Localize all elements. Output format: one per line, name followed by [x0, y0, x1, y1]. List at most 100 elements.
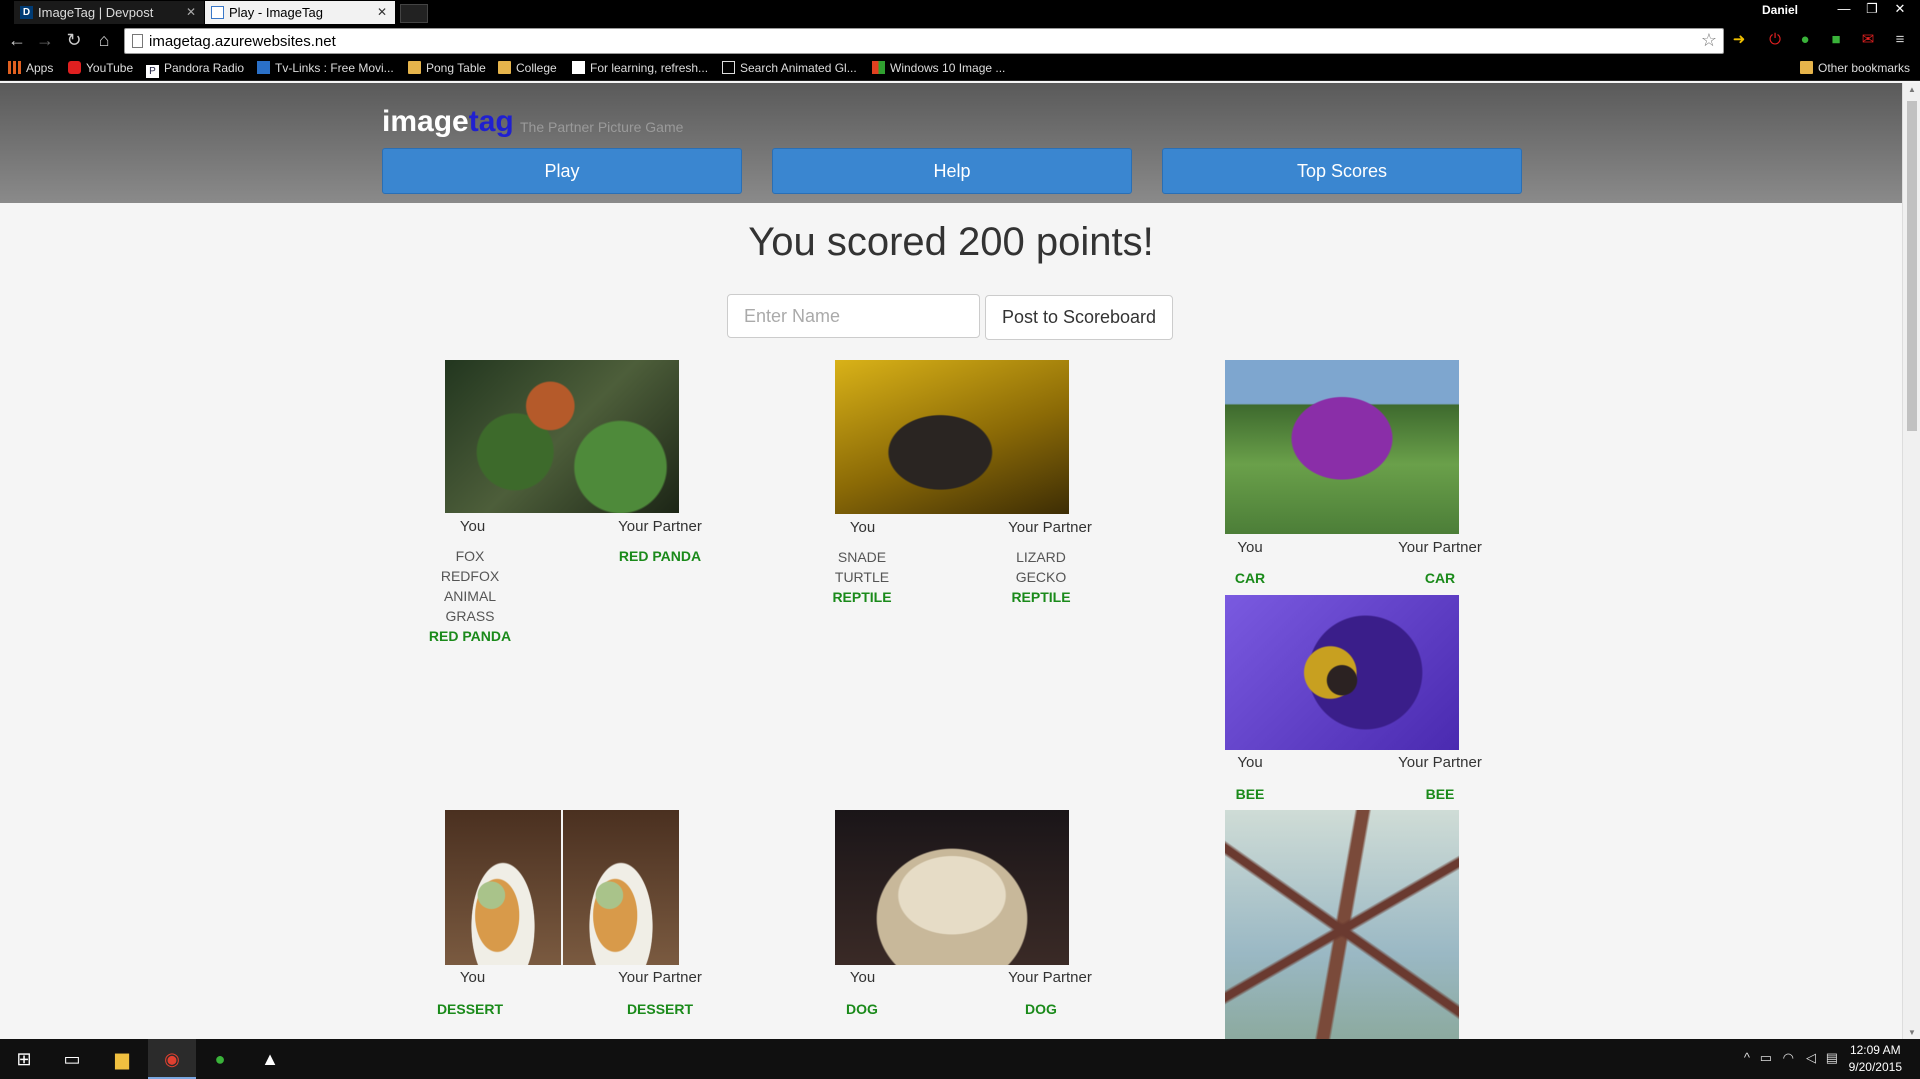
partner-header: Your Partner	[1398, 754, 1482, 771]
tab-label: Play - ImageTag	[229, 5, 323, 20]
you-tags: DESSERT	[420, 999, 520, 1019]
browser-toolbar: ← → ↻ ⌂ imagetag.azurewebsites.net ☆ ➜ ⏻…	[0, 24, 1920, 57]
address-bar[interactable]: imagetag.azurewebsites.net ☆	[124, 28, 1724, 54]
you-header: You	[1237, 754, 1263, 771]
new-tab-button[interactable]	[400, 4, 428, 23]
bookmark-for-learning[interactable]: For learning, refresh...	[572, 61, 708, 75]
scroll-down-icon[interactable]: ▼	[1907, 1028, 1917, 1037]
bookmark-pong-table[interactable]: Pong Table	[408, 61, 486, 75]
wifi-icon[interactable]: ◠	[1783, 1050, 1794, 1066]
matched-tag: BEE	[1235, 786, 1265, 802]
scroll-thumb[interactable]	[1907, 101, 1917, 431]
you-header: You	[459, 969, 486, 986]
name-input[interactable]	[727, 294, 980, 338]
dog-image	[835, 810, 1069, 965]
bookmark-apps[interactable]: Apps	[8, 61, 53, 75]
tab-imagetag[interactable]: Play - ImageTag ✕	[205, 1, 395, 24]
you-tags: FOX REDFOX ANIMAL GRASS RED PANDA	[420, 546, 520, 646]
clock[interactable]: 12:09 AM 9/20/2015	[1849, 1042, 1902, 1076]
bookmark-animated-gifs[interactable]: Search Animated Gl...	[722, 61, 857, 75]
browser-titlebar: D ImageTag | Devpost ✕ Play - ImageTag ✕…	[0, 0, 1920, 24]
tag: LIZARD	[1016, 549, 1066, 565]
red-panda-image	[445, 360, 679, 513]
bookmark-star-icon[interactable]: ☆	[1701, 30, 1717, 51]
matched-tag: RED PANDA	[428, 628, 512, 644]
folder-icon	[498, 61, 511, 74]
file-explorer-icon[interactable]: ▆	[98, 1039, 146, 1079]
tab-devpost[interactable]: D ImageTag | Devpost ✕	[14, 1, 204, 24]
dessert-image	[445, 810, 679, 965]
partner-tags: DESSERT	[605, 999, 715, 1019]
forward-icon[interactable]: →	[34, 29, 56, 51]
back-icon[interactable]: ←	[6, 29, 28, 51]
bookmark-tvlinks[interactable]: Tv-Links : Free Movi...	[257, 61, 394, 75]
profile-name[interactable]: Daniel	[1762, 3, 1798, 17]
partner-header: Your Partner	[1008, 519, 1092, 536]
bookmark-youtube[interactable]: YouTube	[68, 61, 133, 75]
chrome-icon[interactable]: ◉	[148, 1039, 196, 1079]
car-image	[1225, 360, 1459, 534]
partner-tags: DOG	[991, 999, 1091, 1019]
devpost-favicon-icon: D	[20, 6, 33, 19]
help-button[interactable]: Help	[772, 148, 1132, 194]
photos-icon[interactable]: ▲	[246, 1039, 294, 1079]
windows-icon	[872, 61, 885, 74]
play-button[interactable]: Play	[382, 148, 742, 194]
extension-hangouts-icon[interactable]: ■	[1826, 30, 1846, 50]
bookmark-other[interactable]: Other bookmarks	[1800, 61, 1910, 75]
dessert-photo-left	[445, 810, 561, 965]
site-logo[interactable]: imagetag	[382, 105, 514, 139]
youtube-icon	[68, 61, 81, 74]
start-button-icon[interactable]: ⊞	[0, 1039, 48, 1079]
minimize-icon[interactable]: —	[1830, 0, 1858, 20]
site-tagline: The Partner Picture Game	[520, 119, 684, 135]
clock-time: 12:09 AM	[1849, 1043, 1901, 1057]
partner-tags: BEE	[1385, 784, 1495, 804]
action-center-icon[interactable]: ▤	[1826, 1050, 1838, 1066]
bookmark-windows-10[interactable]: Windows 10 Image ...	[872, 61, 1005, 75]
menu-icon[interactable]: ≡	[1890, 30, 1910, 50]
tab-close-icon[interactable]: ✕	[377, 1, 387, 24]
salamander-image	[835, 360, 1069, 514]
page-icon	[572, 61, 585, 74]
you-header: You	[1237, 539, 1263, 556]
volume-icon[interactable]: ◁	[1806, 1050, 1816, 1066]
extension-evernote-icon[interactable]: ●	[1795, 30, 1815, 50]
tray-chevron-icon[interactable]: ^	[1744, 1050, 1750, 1065]
tab-close-icon[interactable]: ✕	[186, 1, 196, 24]
you-tags: CAR	[1225, 568, 1275, 588]
partner-tags: CAR	[1385, 568, 1495, 588]
matched-tag: REPTILE	[1011, 589, 1071, 605]
page-icon	[132, 34, 143, 48]
url-text[interactable]: imagetag.azurewebsites.net	[149, 33, 336, 50]
page-favicon-icon	[211, 6, 224, 19]
scroll-up-icon[interactable]: ▲	[1907, 85, 1917, 94]
folder-icon	[1800, 61, 1813, 74]
windows-taskbar: ⊞ ▭ ▆ ◉ ● ▲ ^ ▭ ◠ ◁ ▤ 12:09 AM 9/20/2015	[0, 1039, 1920, 1079]
tag: FOX	[455, 548, 485, 564]
hangouts-icon[interactable]: ●	[196, 1039, 244, 1079]
tag: GRASS	[445, 608, 495, 624]
home-icon[interactable]: ⌂	[93, 29, 115, 51]
close-window-icon[interactable]: ✕	[1886, 0, 1914, 20]
score-title: You scored 200 points!	[748, 220, 1154, 264]
matched-tag: DOG	[846, 1001, 878, 1017]
tab-label: ImageTag | Devpost	[38, 5, 154, 20]
post-to-scoreboard-button[interactable]: Post to Scoreboard	[985, 295, 1173, 340]
task-view-icon[interactable]: ▭	[48, 1039, 96, 1079]
partner-header: Your Partner	[618, 969, 702, 986]
you-tags: BEE	[1225, 784, 1275, 804]
gmail-icon[interactable]: ✉	[1858, 30, 1878, 50]
matched-tag: DESSERT	[436, 1001, 504, 1017]
restore-icon[interactable]: ❐	[1858, 0, 1886, 20]
bookmark-college[interactable]: College	[498, 61, 557, 75]
extension-power-icon[interactable]: ⏻	[1765, 30, 1785, 50]
reload-icon[interactable]: ↻	[63, 29, 85, 51]
battery-icon[interactable]: ▭	[1760, 1050, 1772, 1066]
tvlinks-icon	[257, 61, 270, 74]
top-scores-button[interactable]: Top Scores	[1162, 148, 1522, 194]
page-scrollbar[interactable]: ▲ ▼	[1902, 83, 1920, 1039]
matched-tag: REPTILE	[832, 589, 892, 605]
bookmark-pandora[interactable]: P Pandora Radio	[146, 61, 244, 78]
extension-arrow-icon[interactable]: ➜	[1729, 30, 1749, 50]
